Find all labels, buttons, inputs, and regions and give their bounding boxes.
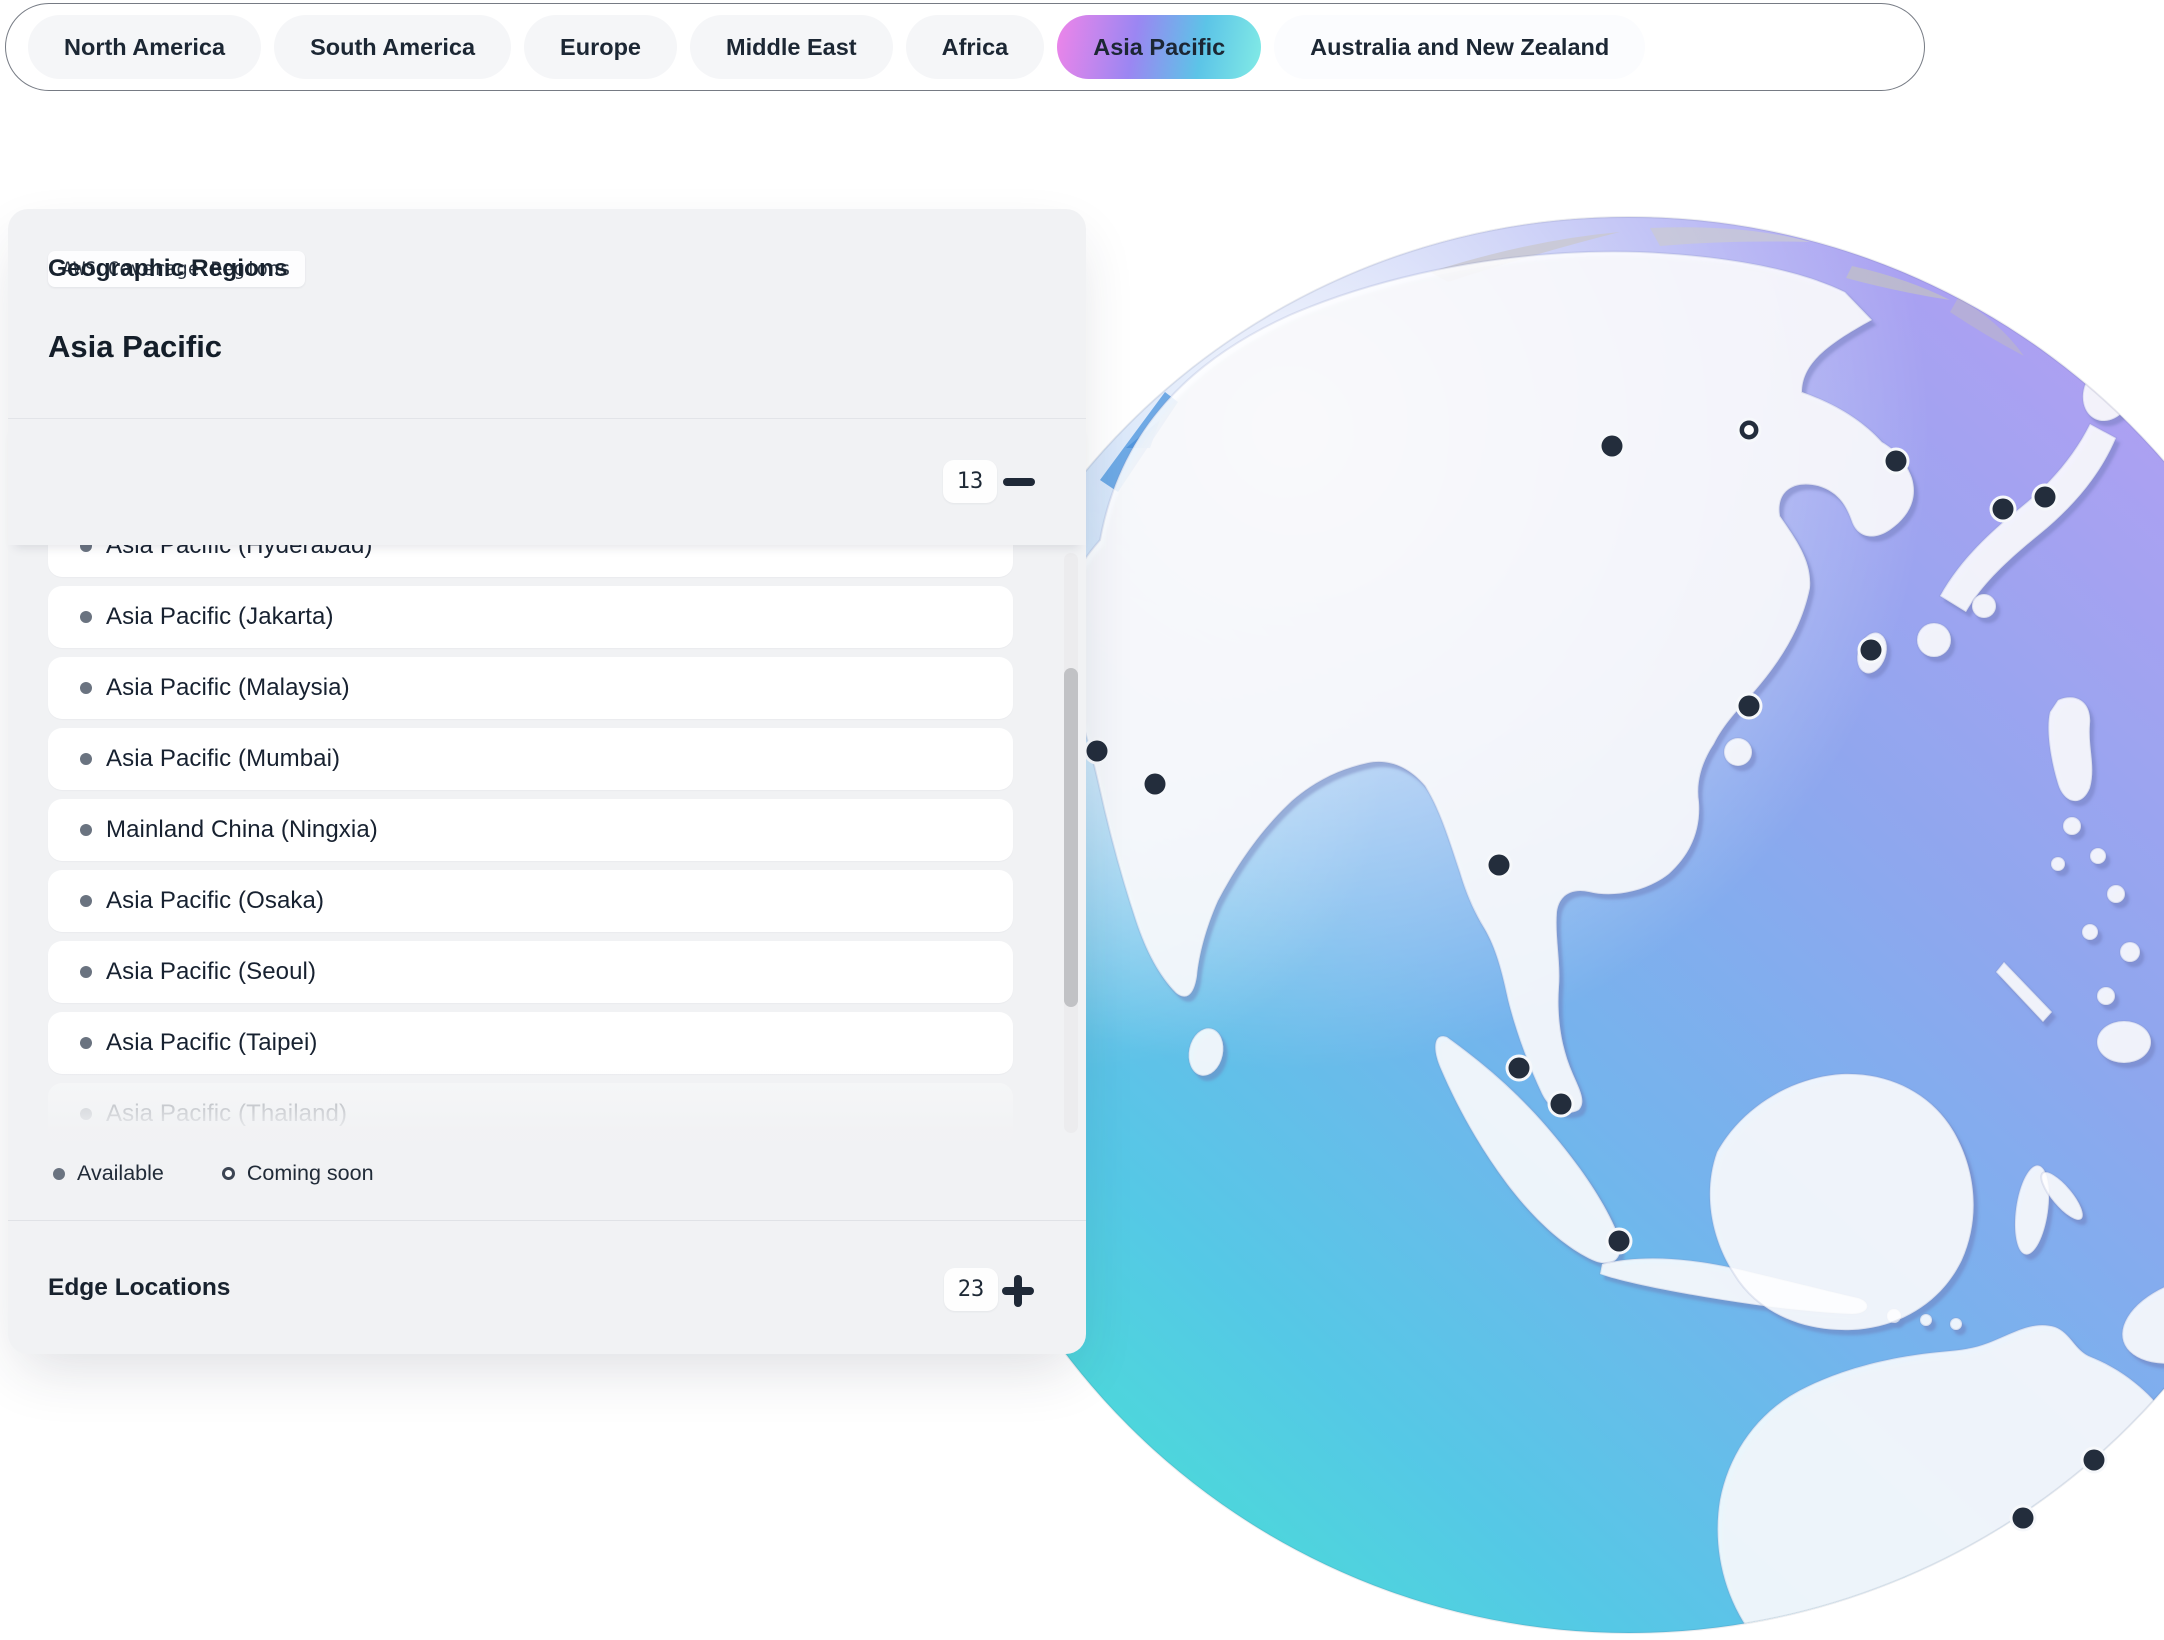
status-legend: Available Coming soon [8,1141,1086,1221]
tab-asia-pacific[interactable]: Asia Pacific [1057,15,1261,79]
region-list-item[interactable]: Asia Pacific (Seoul) [48,941,1013,1003]
region-list-item[interactable]: Asia Pacific (Osaka) [48,870,1013,932]
edge-locations-count: 23 [944,1268,998,1311]
region-list-item[interactable]: Asia Pacific (Malaysia) [48,657,1013,719]
region-list-item[interactable]: Mainland China (Ningxia) [48,799,1013,861]
region-name: Asia Pacific (Osaka) [106,887,324,915]
region-list: Asia Pacific (Hyderabad) Asia Pacific (Ja… [48,545,1013,1141]
geographic-regions-label: Geographic Regions [48,255,288,283]
available-dot-icon [53,1168,65,1180]
region-name: Mainland China (Ningxia) [106,816,378,844]
map-marker-available[interactable] [1883,448,1910,475]
page: North AmericaSouth AmericaEuropeMiddle E… [0,0,2164,1640]
region-name: Asia Pacific (Seoul) [106,958,316,986]
available-dot-icon [80,966,92,978]
map-marker-available[interactable] [1506,1055,1533,1082]
map-marker-available[interactable] [1606,1228,1633,1255]
kyushu [1917,623,1951,657]
tab-south-america[interactable]: South America [274,15,511,79]
hainan [1724,738,1752,766]
available-dot-icon [80,824,92,836]
region-list-item[interactable]: Asia Pacific (Jakarta) [48,586,1013,648]
map-marker-available[interactable] [1990,496,2017,523]
region-name: Asia Pacific (Hyderabad) [106,545,373,560]
tab-north-america[interactable]: North America [28,15,261,79]
expand-plus-icon[interactable] [1002,1275,1034,1307]
scrollbar-thumb[interactable] [1064,668,1078,1007]
region-tabs: North AmericaSouth AmericaEuropeMiddle E… [5,3,1925,91]
map-marker-available[interactable] [1548,1091,1575,1118]
available-dot-icon [80,895,92,907]
map-marker-available[interactable] [1142,771,1169,798]
tab-africa[interactable]: Africa [906,15,1045,79]
region-name: Asia Pacific (Mumbai) [106,745,340,773]
region-name: Asia Pacific (Taipei) [106,1029,318,1057]
geographic-regions-count: 13 [943,460,997,503]
map-marker-available[interactable] [1599,433,1626,460]
region-name: Asia Pacific (Jakarta) [106,603,334,631]
legend-available-label: Available [77,1161,164,1186]
available-dot-icon [80,753,92,765]
region-list-viewport: Asia Pacific (Hyderabad) Asia Pacific (Ja… [8,545,1086,1141]
region-list-item[interactable]: Asia Pacific (Taipei) [48,1012,1013,1074]
tab-middle-east[interactable]: Middle East [690,15,893,79]
map-marker-available[interactable] [1486,852,1513,879]
available-dot-icon [80,1108,92,1120]
available-dot-icon [80,1037,92,1049]
mindanao [2097,1021,2151,1063]
region-name: Asia Pacific (Malaysia) [106,674,350,702]
borneo [1710,1074,1974,1330]
map-marker-available[interactable] [2010,1505,2037,1532]
region-list-item[interactable]: Asia Pacific (Thailand) [48,1083,1013,1141]
map-marker-available[interactable] [1084,738,1111,765]
page-title: Asia Pacific [48,329,222,365]
coverage-panel: AWS Coverage Regions Asia Pacific Geogra… [8,209,1086,1354]
collapse-minus-icon[interactable] [1003,478,1035,486]
legend-coming-soon-label: Coming soon [247,1161,374,1186]
region-name: Asia Pacific (Thailand) [106,1100,347,1128]
map-marker-available[interactable] [2032,484,2059,511]
region-list-item[interactable]: Asia Pacific (Hyderabad) [48,545,1013,577]
edge-locations-label: Edge Locations [48,1274,230,1302]
map-marker-available[interactable] [1858,637,1885,664]
available-dot-icon [80,611,92,623]
available-dot-icon [80,545,92,552]
tab-europe[interactable]: Europe [524,15,677,79]
map-marker-available[interactable] [2081,1447,2108,1474]
geographic-regions-header [8,419,1086,545]
tab-australia-and-new-zealand[interactable]: Australia and New Zealand [1274,15,1645,79]
coming-soon-ring-icon [222,1167,235,1180]
shikoku [1972,594,1996,618]
map-marker-coming-soon[interactable] [1737,418,1762,443]
map-marker-available[interactable] [1736,693,1763,720]
available-dot-icon [80,682,92,694]
region-list-item[interactable]: Asia Pacific (Mumbai) [48,728,1013,790]
